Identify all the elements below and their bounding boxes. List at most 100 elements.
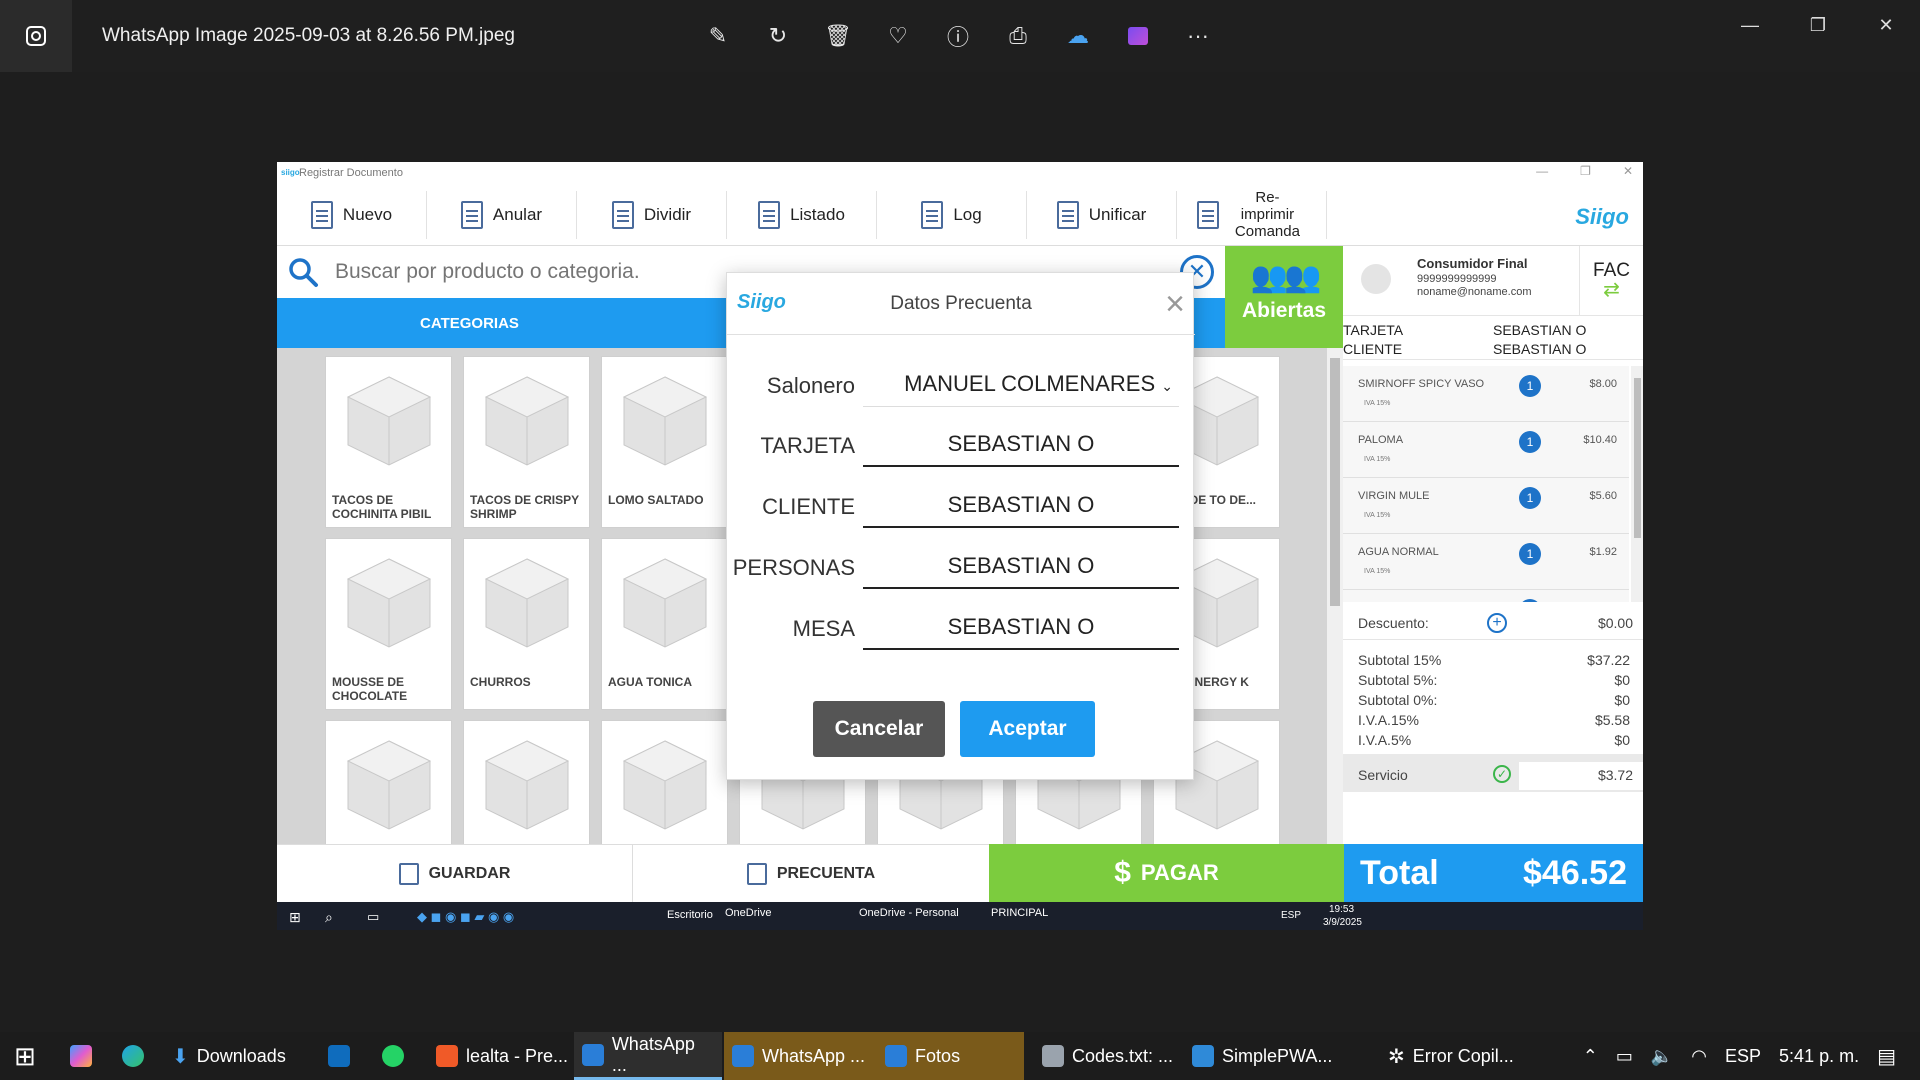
quantity-badge[interactable]: 1 xyxy=(1519,543,1541,565)
product-card[interactable] xyxy=(601,720,728,844)
quantity-badge[interactable]: 1 xyxy=(1519,599,1541,602)
app-restore-icon[interactable]: ❐ xyxy=(1580,164,1591,178)
personas-field[interactable]: SEBASTIAN O xyxy=(863,543,1179,589)
customer-card[interactable]: Consumidor Final 9999999999999 noname@no… xyxy=(1343,246,1643,316)
totals-row: Subtotal 15% $37.22 xyxy=(1358,652,1630,672)
product-card[interactable] xyxy=(463,720,590,844)
order-item-row[interactable]: ROYAL LEMONADE1$2.70 xyxy=(1343,590,1629,602)
product-box-icon xyxy=(484,376,570,466)
tarjeta-row: TARJETA SEBASTIAN O xyxy=(727,421,1195,471)
totals-summary: Subtotal 15% $37.22 Subtotal 5%: $0 Subtotal… xyxy=(1343,648,1643,752)
clipchamp-icon[interactable] xyxy=(1120,18,1156,54)
wifi-icon[interactable]: ◠ xyxy=(1691,1046,1707,1067)
start-button[interactable]: ⊞ xyxy=(14,1032,36,1080)
taskbar-codes[interactable]: Codes.txt: ... xyxy=(1036,1032,1179,1080)
cancel-button[interactable]: Cancelar xyxy=(813,701,945,757)
tab-categorias[interactable]: CATEGORIAS xyxy=(277,298,662,348)
edge-button[interactable] xyxy=(122,1032,144,1080)
product-card[interactable]: TACOS DE COCHINITA PIBIL xyxy=(325,356,452,528)
customer-email: noname@noname.com xyxy=(1417,286,1532,298)
discount-row: Descuento: + $0.00 xyxy=(1343,606,1643,640)
order-item-row[interactable]: PALOMA IVA 15% 1 $10.40 xyxy=(1343,422,1629,478)
close-icon[interactable]: × xyxy=(1165,287,1185,321)
product-card[interactable]: TACOS DE CRISPY SHRIMP xyxy=(463,356,590,528)
chatgpt-icon: ✲ xyxy=(1388,1045,1405,1068)
dividir-button[interactable]: Dividir xyxy=(577,190,727,239)
tray-time[interactable]: 5:41 p. m. xyxy=(1779,1046,1859,1067)
taskbar-downloads[interactable]: ⬇ Downloads xyxy=(172,1032,286,1080)
product-grid-scrollbar[interactable] xyxy=(1327,348,1343,844)
taskbar-whatsapp-1[interactable]: WhatsApp ... xyxy=(574,1032,722,1080)
totals-row: Subtotal 0%: $0 xyxy=(1358,692,1630,712)
rotate-icon[interactable]: ↻ xyxy=(760,18,796,54)
onedrive-icon[interactable]: ☁ xyxy=(1060,18,1096,54)
precuenta-button[interactable]: PRECUENTA xyxy=(633,844,989,902)
product-card[interactable] xyxy=(325,720,452,844)
unificar-button[interactable]: Unificar xyxy=(1027,190,1177,239)
order-items-scrollbar[interactable] xyxy=(1631,366,1643,602)
guardar-label: GUARDAR xyxy=(428,864,511,882)
quantity-badge[interactable]: 1 xyxy=(1519,375,1541,397)
guardar-button[interactable]: GUARDAR xyxy=(277,844,633,902)
order-item-row[interactable]: VIRGIN MULE IVA 15% 1 $5.60 xyxy=(1343,478,1629,534)
battery-icon[interactable]: ▭ xyxy=(1616,1046,1633,1067)
product-box-icon xyxy=(346,376,432,466)
order-item-row[interactable]: AGUA NORMAL IVA 15% 1 $1.92 xyxy=(1343,534,1629,590)
service-check-icon[interactable]: ✓ xyxy=(1493,765,1511,783)
tarjeta-field[interactable]: SEBASTIAN O xyxy=(863,421,1179,467)
taskbar-simplepwa[interactable]: SimplePWA... xyxy=(1186,1032,1338,1080)
product-card[interactable]: MOUSSE DE CHOCOLATE xyxy=(325,538,452,710)
taskbar-error-copilot[interactable]: ✲ Error Copil... xyxy=(1382,1032,1520,1080)
order-item-row[interactable]: SMIRNOFF SPICY VASO IVA 15% 1 $8.00 xyxy=(1343,366,1629,422)
add-discount-icon[interactable]: + xyxy=(1487,613,1507,633)
notifications-icon[interactable]: ▤ xyxy=(1877,1044,1896,1069)
pagar-button[interactable]: $ PAGAR xyxy=(989,844,1344,902)
minimize-icon[interactable]: — xyxy=(1716,0,1784,50)
abiertas-button[interactable]: 👥👥 Abiertas xyxy=(1225,246,1343,348)
volume-icon[interactable]: 🔈 xyxy=(1651,1046,1673,1067)
quantity-badge[interactable]: 1 xyxy=(1519,431,1541,453)
log-icon xyxy=(921,200,944,229)
order-item-tax: IVA 15% xyxy=(1364,568,1391,575)
tray-lang[interactable]: ESP xyxy=(1725,1046,1761,1067)
taskbar-whatsapp-2[interactable]: WhatsApp ... Fotos xyxy=(724,1032,1024,1080)
edit-icon[interactable]: ✎ xyxy=(700,18,736,54)
app-minimize-icon[interactable]: — xyxy=(1536,164,1548,178)
salonero-select[interactable]: MANUEL COLMENARES ⌄ xyxy=(863,361,1179,407)
copilot-button[interactable] xyxy=(70,1032,92,1080)
doc-type-toggle[interactable]: FAC ⇄ xyxy=(1579,246,1643,316)
reimprimir-comanda-button[interactable]: Re-imprimir Comanda xyxy=(1177,189,1327,240)
cliente-field[interactable]: SEBASTIAN O xyxy=(863,482,1179,528)
brave-icon xyxy=(436,1045,458,1067)
product-card[interactable]: LOMO SALTADO xyxy=(601,356,728,528)
mesa-field[interactable]: SEBASTIAN O xyxy=(863,604,1179,650)
log-button[interactable]: Log xyxy=(877,190,1027,239)
avatar xyxy=(1361,264,1391,294)
photos-icon xyxy=(732,1045,754,1067)
close-icon[interactable]: ✕ xyxy=(1852,0,1920,50)
datos-precuenta-dialog: Siigo Datos Precuenta × Salonero MANUEL … xyxy=(726,272,1195,780)
anular-button[interactable]: Anular xyxy=(427,190,577,239)
delete-icon[interactable]: 🗑 xyxy=(820,18,856,54)
app-close-icon[interactable]: ✕ xyxy=(1623,164,1633,178)
favorite-icon[interactable]: ♡ xyxy=(880,18,916,54)
product-name: LOMO SALTADO xyxy=(608,493,704,507)
nuevo-button[interactable]: Nuevo xyxy=(277,190,427,239)
product-card[interactable]: AGUA TONICA xyxy=(601,538,728,710)
download-arrow-icon: ⬇ xyxy=(172,1045,189,1068)
more-icon[interactable]: ··· xyxy=(1180,18,1216,54)
quantity-badge[interactable]: 1 xyxy=(1519,487,1541,509)
principal-label: PRINCIPAL xyxy=(991,907,1049,919)
whatsapp-button[interactable] xyxy=(382,1032,404,1080)
product-card[interactable]: CHURROS xyxy=(463,538,590,710)
accept-button[interactable]: Aceptar xyxy=(960,701,1095,757)
outlook-button[interactable] xyxy=(328,1032,350,1080)
precuenta-label: PRECUENTA xyxy=(776,864,876,882)
restore-icon[interactable]: ❐ xyxy=(1784,0,1852,50)
chevron-up-icon[interactable]: ⌃ xyxy=(1583,1046,1598,1067)
listado-button[interactable]: Listado xyxy=(727,190,877,239)
info-icon[interactable]: ⓘ xyxy=(940,18,976,54)
taskbar-lealta[interactable]: lealta - Pre... xyxy=(430,1032,574,1080)
print-icon[interactable]: ⎙ xyxy=(1000,18,1036,54)
notepad-icon xyxy=(1042,1045,1064,1067)
